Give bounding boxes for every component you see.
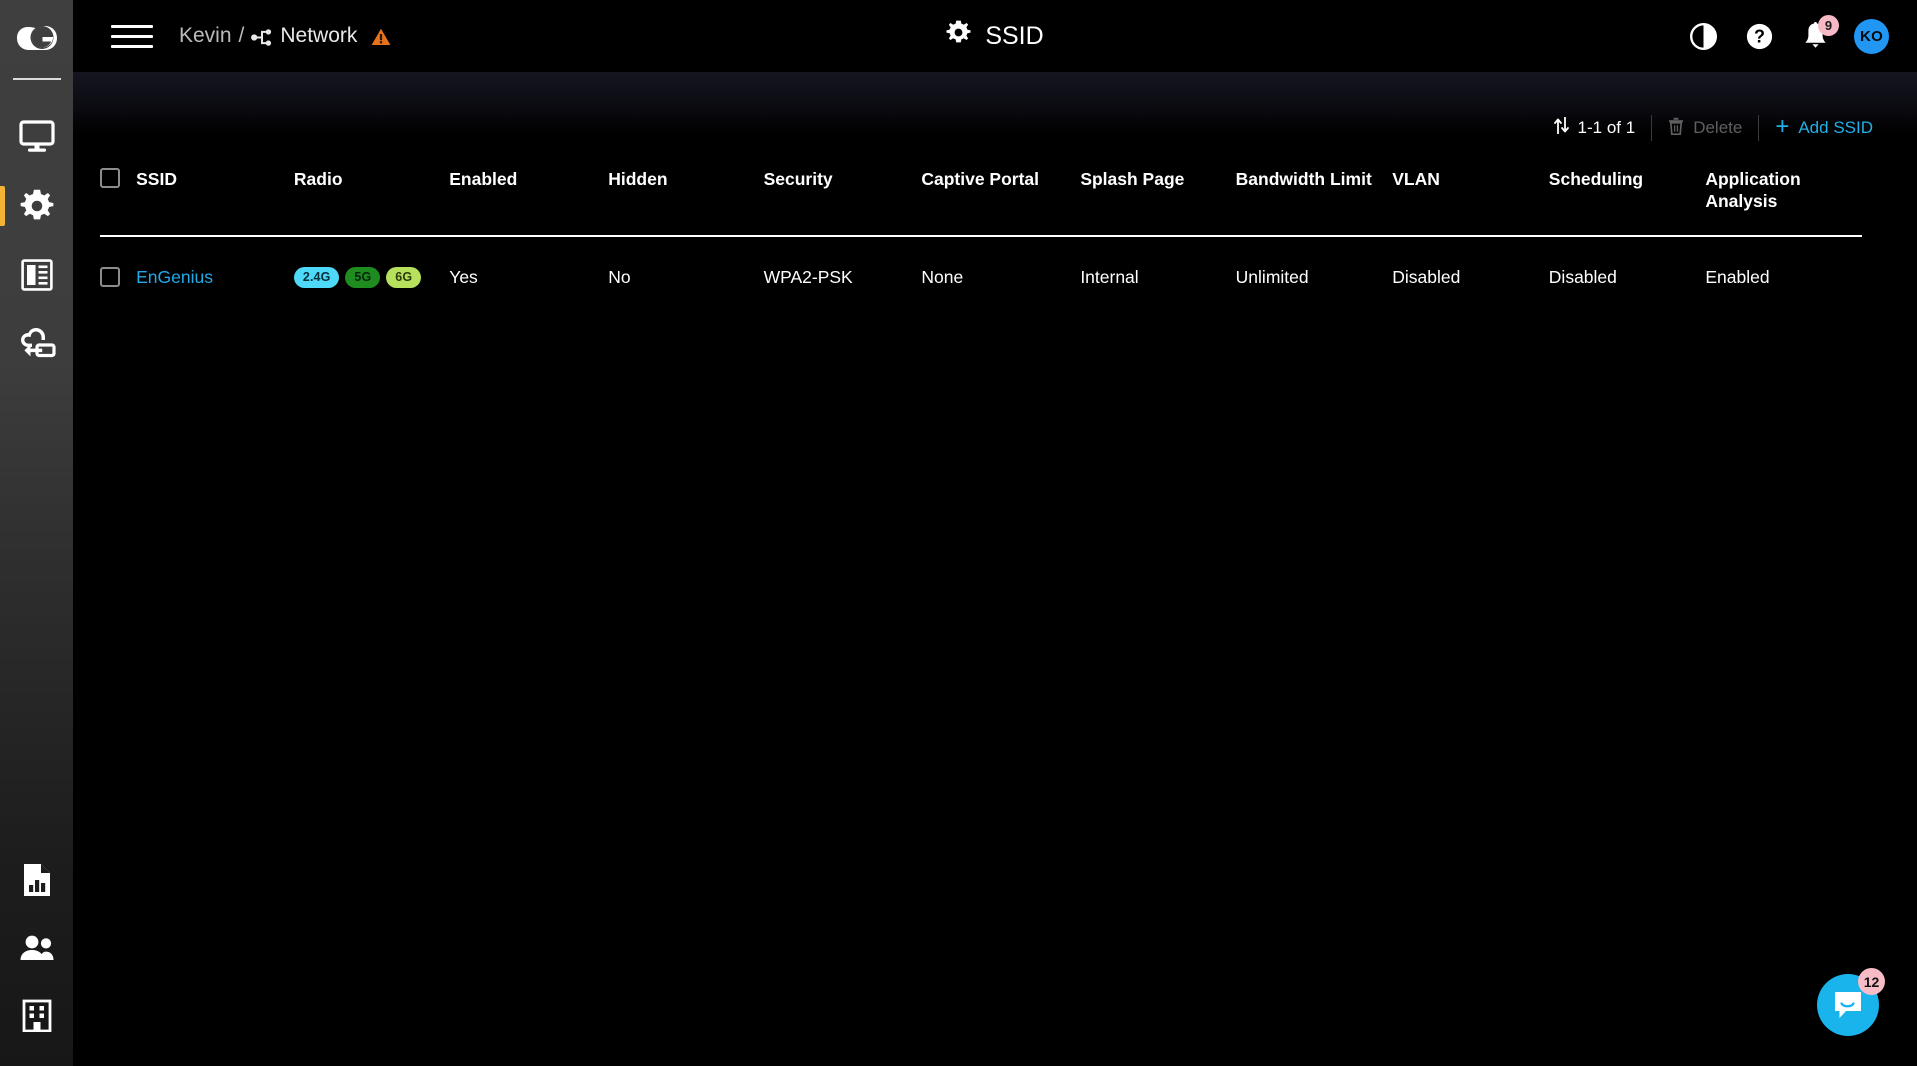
breadcrumb-network[interactable]: Network — [280, 24, 357, 48]
column-header-splash-page[interactable]: Splash Page — [1080, 168, 1236, 237]
app-root: Kevin / Network SSID ? 9 KO 1-1 of 1 Del… — [0, 0, 1917, 1066]
layout-list-icon — [20, 258, 53, 291]
sidebar-item-manage[interactable] — [0, 240, 73, 309]
delete-label: Delete — [1693, 118, 1743, 137]
cell-scheduling: Disabled — [1548, 266, 1617, 287]
ssid-link[interactable]: EnGenius — [136, 267, 213, 287]
column-header-scheduling[interactable]: Scheduling — [1548, 168, 1706, 237]
sidebar-divider — [12, 78, 61, 80]
help-icon[interactable]: ? — [1742, 19, 1776, 53]
cell-bandwidth-limit: Unlimited — [1235, 266, 1309, 287]
column-header-radio[interactable]: Radio — [293, 168, 450, 237]
delete-button[interactable]: Delete — [1652, 111, 1758, 145]
breadcrumb: Kevin / Network — [179, 24, 391, 48]
sidebar-bottom-items — [0, 848, 73, 1052]
ssid-table: SSID Radio Enabled Hidden Security Capti… — [100, 168, 1862, 296]
avatar[interactable]: KO — [1854, 18, 1889, 54]
cell-vlan: Disabled — [1392, 266, 1461, 287]
plus-icon: + — [1775, 113, 1790, 140]
top-header: Kevin / Network SSID ? 9 KO — [73, 0, 1917, 72]
notifications-bell[interactable]: 9 — [1798, 15, 1839, 53]
table-body: EnGenius 2.4G 5G 6G Yes No WPA2-PSK None… — [100, 236, 1862, 296]
column-header-application-analysis[interactable]: Application Analysis — [1705, 168, 1862, 237]
gear-icon — [946, 20, 971, 52]
gear-icon — [20, 189, 54, 223]
select-all-checkbox[interactable] — [100, 168, 120, 188]
sidebar-item-configure[interactable] — [0, 171, 73, 240]
header-actions: ? 9 KO — [1686, 0, 1889, 72]
cell-splash-page: Internal — [1080, 266, 1139, 287]
page-title-text: SSID — [985, 21, 1044, 50]
add-ssid-button[interactable]: + Add SSID — [1759, 111, 1889, 145]
sort-arrows-icon[interactable] — [1553, 116, 1569, 139]
radio-badge-2-4g: 2.4G — [293, 266, 340, 288]
column-header-vlan[interactable]: VLAN — [1392, 168, 1549, 237]
ssid-table-container: SSID Radio Enabled Hidden Security Capti… — [100, 168, 1862, 296]
warning-triangle-icon[interactable] — [371, 28, 391, 46]
radio-badge-group: 2.4G 5G 6G — [293, 266, 449, 288]
engenius-cloud-logo[interactable] — [0, 0, 73, 78]
column-header-bandwidth-limit[interactable]: Bandwidth Limit — [1235, 168, 1393, 237]
sidebar-item-organization[interactable] — [0, 984, 73, 1052]
cell-ssid: EnGenius — [136, 236, 294, 296]
cell-security: WPA2-PSK — [763, 266, 853, 287]
chat-unread-badge: 12 — [1858, 968, 1885, 995]
sidebar — [0, 0, 73, 1066]
sidebar-item-reports[interactable] — [0, 848, 73, 916]
hamburger-icon[interactable] — [111, 19, 155, 53]
column-header-hidden[interactable]: Hidden — [608, 168, 764, 237]
column-header-security[interactable]: Security — [763, 168, 922, 237]
select-all-header — [100, 168, 137, 237]
trash-icon — [1668, 117, 1684, 140]
pagination-control[interactable]: 1-1 of 1 — [1538, 111, 1652, 145]
table-head: SSID Radio Enabled Hidden Security Capti… — [100, 168, 1862, 237]
contrast-toggle-icon[interactable] — [1686, 19, 1720, 53]
sidebar-item-users[interactable] — [0, 916, 73, 984]
cell-enabled: Yes — [449, 266, 478, 287]
radio-badge-5g: 5G — [345, 266, 381, 288]
sidebar-item-dashboard[interactable] — [0, 102, 73, 171]
sidebar-top-items — [0, 102, 73, 378]
column-header-captive-portal[interactable]: Captive Portal — [921, 168, 1081, 237]
cloud-device-icon — [18, 327, 56, 360]
add-ssid-label: Add SSID — [1798, 118, 1873, 137]
sidebar-item-devices[interactable] — [0, 309, 73, 378]
cell-hidden: No — [608, 266, 631, 287]
radio-badge-6g: 6G — [386, 266, 422, 288]
report-chart-icon — [22, 863, 52, 902]
column-header-ssid[interactable]: SSID — [136, 168, 294, 237]
pagination-label: 1-1 of 1 — [1577, 118, 1636, 137]
cell-radio: 2.4G 5G 6G — [293, 236, 449, 296]
row-checkbox[interactable] — [100, 267, 120, 288]
chat-widget[interactable]: 12 — [1817, 968, 1885, 1036]
column-header-enabled[interactable]: Enabled — [449, 168, 609, 237]
table-toolbar: 1-1 of 1 Delete + Add SSID — [1538, 108, 1889, 148]
notification-count-badge: 9 — [1818, 15, 1839, 36]
cell-captive-portal: None — [921, 266, 964, 287]
network-topology-icon — [251, 28, 272, 46]
building-icon — [22, 999, 52, 1037]
breadcrumb-separator: / — [238, 24, 245, 47]
row-select-cell — [100, 236, 136, 296]
page-title: SSID — [946, 20, 1044, 52]
monitor-icon — [18, 120, 55, 153]
breadcrumb-user[interactable]: Kevin — [179, 24, 232, 48]
svg-text:?: ? — [1754, 26, 1765, 46]
users-icon — [19, 935, 55, 966]
table-header-row: SSID Radio Enabled Hidden Security Capti… — [100, 168, 1862, 237]
cell-application-analysis: Enabled — [1705, 266, 1770, 287]
table-row[interactable]: EnGenius 2.4G 5G 6G Yes No WPA2-PSK None… — [100, 236, 1862, 296]
